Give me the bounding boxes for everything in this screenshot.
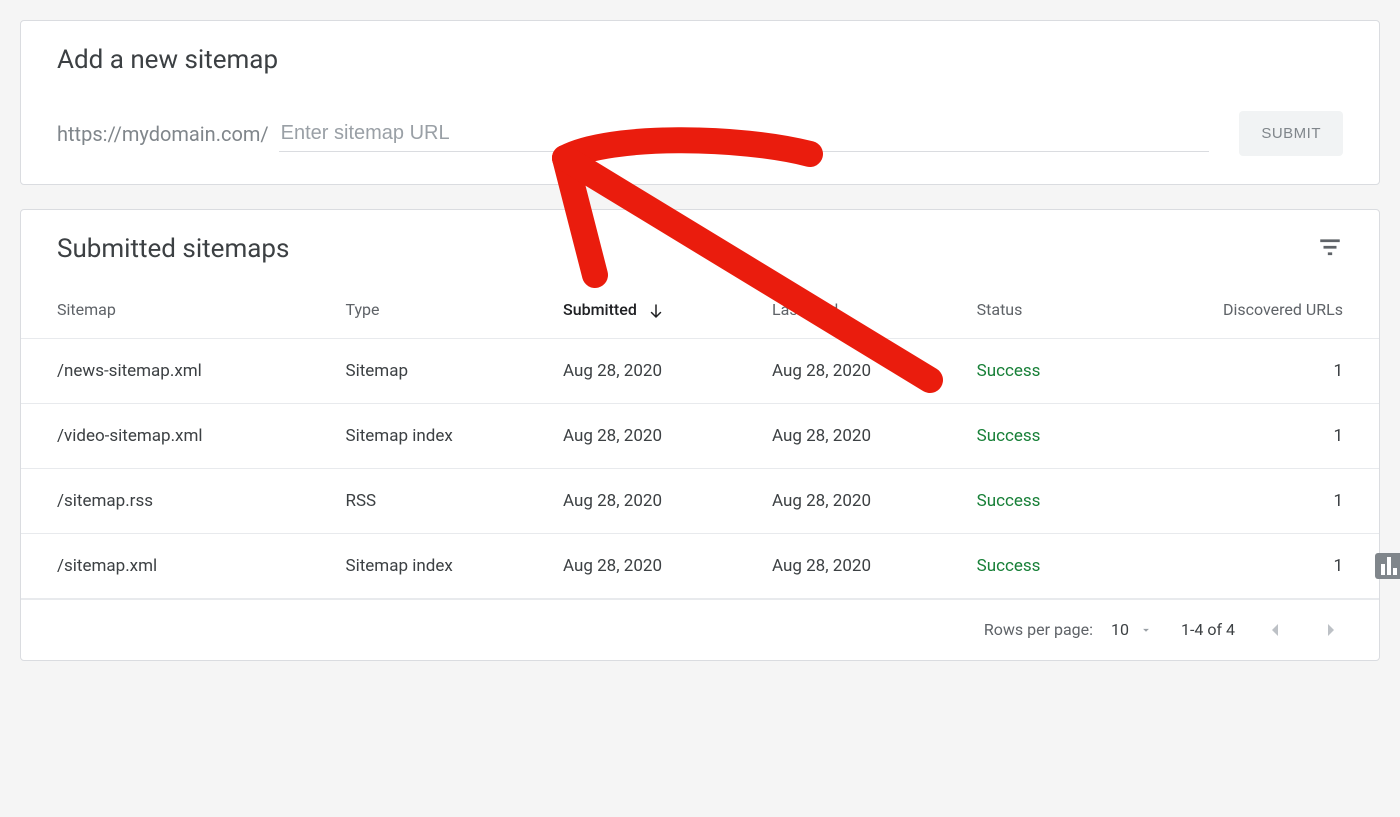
submit-button[interactable]: SUBMIT <box>1239 111 1343 156</box>
cell-status: Success <box>961 403 1111 468</box>
col-status[interactable]: Status <box>961 272 1111 338</box>
table-header-row: Sitemap Type Submitted Last read Status … <box>21 272 1379 338</box>
dropdown-icon <box>1139 623 1153 637</box>
cell-last-read: Aug 28, 2020 <box>756 533 961 598</box>
cell-type: Sitemap index <box>329 533 547 598</box>
cell-discovered: 1 <box>1110 403 1379 468</box>
col-type[interactable]: Type <box>329 272 547 338</box>
col-last-read[interactable]: Last read <box>756 272 961 338</box>
sitemap-url-input[interactable] <box>279 116 1210 152</box>
cell-submitted: Aug 28, 2020 <box>547 338 756 403</box>
next-page-button[interactable] <box>1319 618 1343 642</box>
cell-sitemap: /sitemap.xml <box>21 533 329 598</box>
pagination-range: 1-4 of 4 <box>1181 620 1235 639</box>
submitted-sitemaps-card: Submitted sitemaps Sitemap Type Submitte… <box>20 209 1380 661</box>
rows-per-page-select[interactable]: 10 <box>1111 620 1153 639</box>
add-sitemap-form: https://mydomain.com/ SUBMIT <box>57 111 1343 156</box>
table-row[interactable]: /video-sitemap.xmlSitemap indexAug 28, 2… <box>21 403 1379 468</box>
cell-discovered: 1 <box>1110 468 1379 533</box>
cell-type: RSS <box>329 468 547 533</box>
sort-desc-icon <box>647 302 665 320</box>
col-discovered[interactable]: Discovered URLs <box>1110 272 1379 338</box>
cell-discovered: 1 <box>1110 338 1379 403</box>
cell-type: Sitemap <box>329 338 547 403</box>
bar-chart-icon[interactable] <box>1375 553 1400 579</box>
cell-last-read: Aug 28, 2020 <box>756 468 961 533</box>
table-row[interactable]: /sitemap.rssRSSAug 28, 2020Aug 28, 2020S… <box>21 468 1379 533</box>
table-row[interactable]: /news-sitemap.xmlSitemapAug 28, 2020Aug … <box>21 338 1379 403</box>
table-row[interactable]: /sitemap.xmlSitemap indexAug 28, 2020Aug… <box>21 533 1379 598</box>
cell-sitemap: /news-sitemap.xml <box>21 338 329 403</box>
cell-sitemap: /sitemap.rss <box>21 468 329 533</box>
card-title: Submitted sitemaps <box>57 234 289 264</box>
cell-submitted: Aug 28, 2020 <box>547 403 756 468</box>
rows-per-page-label: Rows per page: <box>984 620 1093 639</box>
col-sitemap[interactable]: Sitemap <box>21 272 329 338</box>
cell-submitted: Aug 28, 2020 <box>547 468 756 533</box>
url-prefix-label: https://mydomain.com/ <box>57 122 269 146</box>
cell-type: Sitemap index <box>329 403 547 468</box>
cell-status: Success <box>961 468 1111 533</box>
cell-last-read: Aug 28, 2020 <box>756 338 961 403</box>
cell-sitemap: /video-sitemap.xml <box>21 403 329 468</box>
prev-page-button[interactable] <box>1263 618 1287 642</box>
card-title: Add a new sitemap <box>57 45 1343 75</box>
cell-discovered: 1 <box>1110 533 1379 598</box>
table-footer: Rows per page: 10 1-4 of 4 <box>21 599 1379 660</box>
cell-submitted: Aug 28, 2020 <box>547 533 756 598</box>
cell-last-read: Aug 28, 2020 <box>756 403 961 468</box>
col-submitted[interactable]: Submitted <box>547 272 756 338</box>
cell-status: Success <box>961 533 1111 598</box>
col-submitted-label: Submitted <box>563 300 637 319</box>
rows-per-page-value: 10 <box>1111 620 1129 639</box>
sitemaps-table: Sitemap Type Submitted Last read Status … <box>21 272 1379 599</box>
add-sitemap-card: Add a new sitemap https://mydomain.com/ … <box>20 20 1380 185</box>
filter-icon[interactable] <box>1317 234 1343 264</box>
cell-status: Success <box>961 338 1111 403</box>
